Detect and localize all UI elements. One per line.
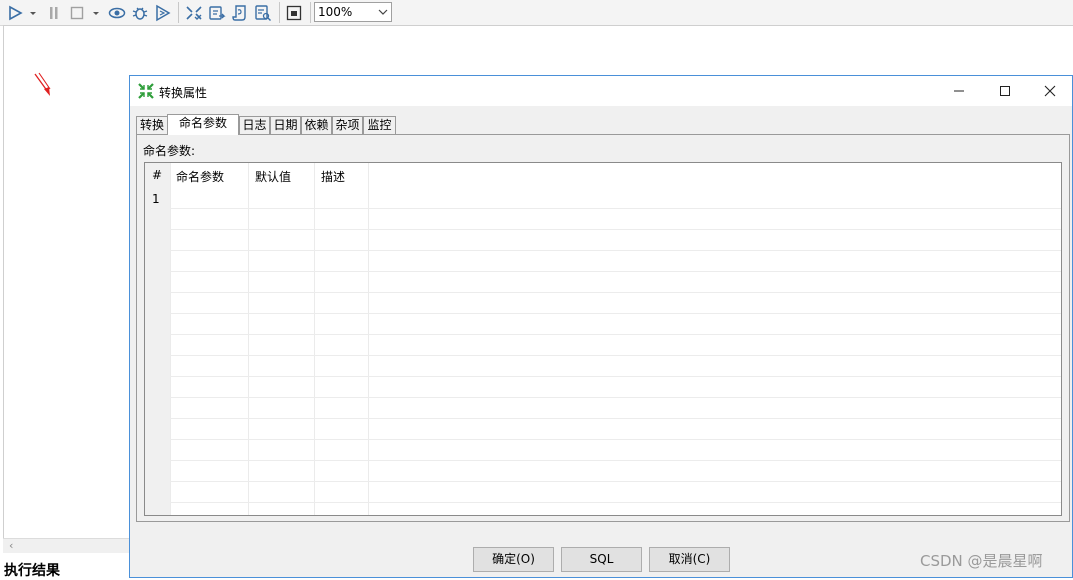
preview-icon[interactable] — [107, 3, 127, 22]
column-divider — [248, 163, 249, 515]
named-parameters-panel: 命名参数: ^ # 命名参数 默认值 描述 1 — [136, 134, 1070, 522]
tab-label: 转换 — [139, 118, 164, 132]
row-divider — [170, 481, 1061, 482]
debug-icon[interactable] — [130, 3, 150, 22]
tab-date[interactable]: 日期 — [270, 116, 301, 134]
column-header[interactable]: 命名参数 — [176, 168, 224, 185]
tab-monitoring[interactable]: 监控 — [363, 116, 396, 134]
cursor-arrow-icon — [33, 72, 53, 101]
tab-misc[interactable]: 杂项 — [332, 116, 363, 134]
named-parameters-label: 命名参数: — [143, 144, 196, 158]
toolbar-separator — [279, 2, 280, 23]
row-divider — [170, 229, 1061, 230]
transformation-properties-dialog: 转换属性 转换 命名参数 日志 日期 依赖 杂项 监控 命名参数: ^ # 命名… — [129, 75, 1073, 578]
tab-named-parameters[interactable]: 命名参数 — [167, 114, 239, 135]
explore-db-icon[interactable] — [253, 3, 273, 22]
tab-label: 命名参数 — [178, 116, 227, 130]
row-divider — [170, 271, 1061, 272]
stop-dropdown-icon[interactable] — [91, 3, 101, 22]
row-divider — [170, 460, 1061, 461]
toolbar-separator — [178, 2, 179, 23]
stop-icon[interactable] — [68, 3, 86, 22]
column-header[interactable]: 描述 — [321, 168, 345, 185]
column-header[interactable]: 默认值 — [255, 168, 291, 185]
row-divider — [170, 355, 1061, 356]
sql-button[interactable]: SQL — [561, 547, 642, 572]
scroll-left-icon[interactable]: ‹ — [9, 539, 13, 552]
table-header: ^ # 命名参数 默认值 描述 — [145, 163, 1061, 187]
row-divider — [170, 376, 1061, 377]
tab-transformation[interactable]: 转换 — [136, 116, 168, 134]
row-number-column — [145, 163, 170, 515]
sql-icon[interactable] — [230, 3, 250, 22]
row-divider — [170, 418, 1061, 419]
horizontal-scrollbar[interactable]: ‹ — [3, 538, 130, 553]
dialog-titlebar[interactable]: 转换属性 — [130, 76, 1072, 106]
ok-button[interactable]: 确定(O) — [473, 547, 554, 572]
maximize-button[interactable] — [982, 76, 1028, 106]
row-divider — [170, 208, 1061, 209]
tab-label: 杂项 — [335, 118, 360, 132]
chevron-down-icon — [378, 6, 388, 20]
zoom-value: 100% — [318, 5, 353, 19]
transformation-icon — [138, 83, 154, 102]
row-divider — [170, 250, 1061, 251]
tab-log[interactable]: 日志 — [239, 116, 270, 134]
column-divider — [170, 163, 171, 515]
pause-icon[interactable] — [46, 3, 62, 22]
row-divider — [170, 334, 1061, 335]
close-button[interactable] — [1027, 76, 1073, 106]
row-divider — [170, 502, 1061, 503]
tab-label: 依赖 — [304, 118, 329, 132]
execution-results-label: 执行结果 — [4, 563, 60, 579]
watermark-text: CSDN @是晨星啊 — [920, 552, 1043, 570]
tab-label: 日期 — [273, 118, 298, 132]
toolbar: 100% — [0, 0, 1073, 26]
verify-icon[interactable] — [184, 3, 204, 22]
column-divider — [368, 163, 369, 515]
column-divider — [314, 163, 315, 515]
tab-dependencies[interactable]: 依赖 — [301, 116, 332, 134]
parameters-table[interactable]: ^ # 命名参数 默认值 描述 1 — [144, 162, 1062, 516]
row-divider — [170, 439, 1061, 440]
minimize-button[interactable] — [936, 76, 982, 106]
row-divider — [170, 292, 1061, 293]
row-divider — [170, 397, 1061, 398]
dialog-title: 转换属性 — [159, 86, 208, 100]
tab-label: 监控 — [367, 118, 392, 132]
row-divider — [170, 313, 1061, 314]
impact-icon[interactable] — [207, 3, 227, 22]
row-number: 1 — [152, 192, 160, 206]
tab-label: 日志 — [242, 118, 267, 132]
run-dropdown-icon[interactable] — [28, 3, 38, 22]
results-icon[interactable] — [284, 3, 304, 22]
cancel-button[interactable]: 取消(C) — [649, 547, 730, 572]
replay-icon[interactable] — [153, 3, 173, 22]
toolbar-separator — [310, 2, 311, 23]
run-icon[interactable] — [6, 3, 24, 22]
zoom-select[interactable]: 100% — [314, 2, 392, 22]
column-header[interactable]: # — [152, 168, 162, 182]
